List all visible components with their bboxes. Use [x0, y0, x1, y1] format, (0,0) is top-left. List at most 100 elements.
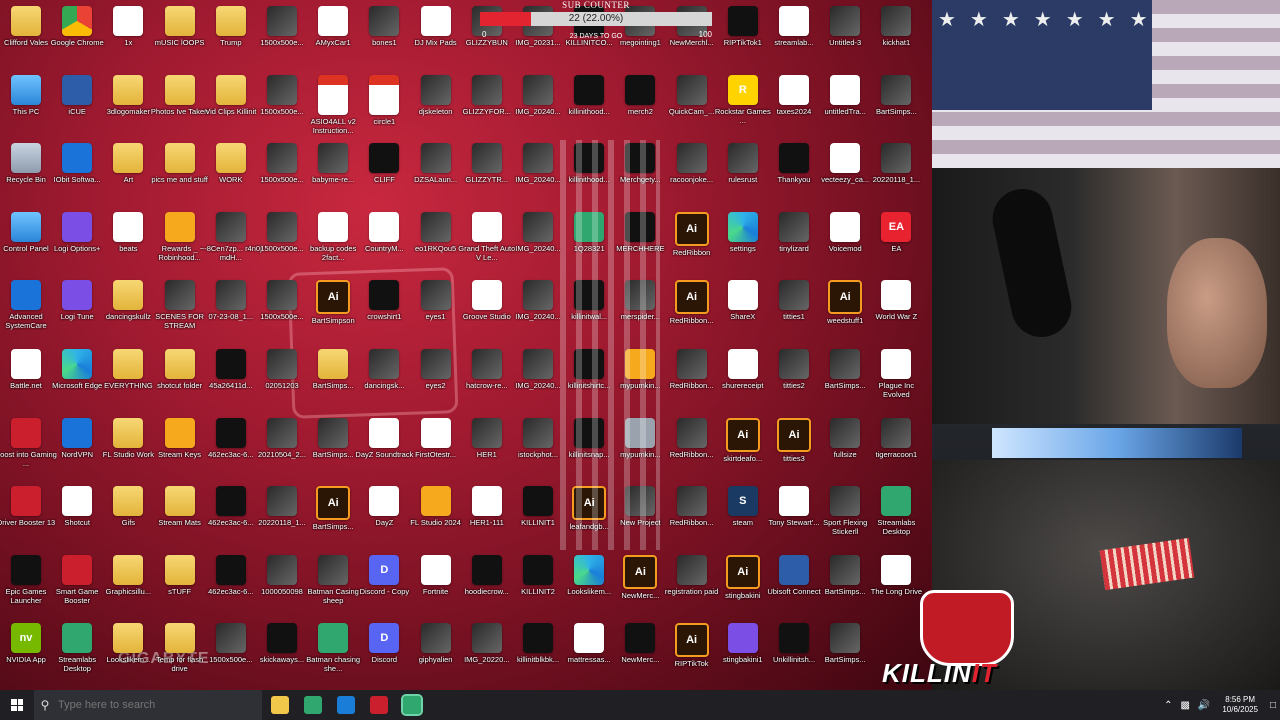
- file-icon: [830, 143, 861, 174]
- image-icon: [215, 623, 246, 654]
- illustrator-icon: Ai: [674, 280, 709, 315]
- desktop-icon[interactable]: BartSimps...: [814, 623, 876, 664]
- image-icon: [369, 349, 400, 379]
- desktop-icon[interactable]: IMG_20240...: [507, 280, 569, 321]
- image-icon: [727, 6, 758, 36]
- image-icon: [215, 349, 246, 379]
- image-icon: [881, 143, 912, 174]
- desktop-icon[interactable]: killinitwal...: [558, 280, 620, 321]
- clock-date: 10/6/2025: [1222, 705, 1258, 714]
- desktop-icon[interactable]: Streamlabs Desktop: [865, 486, 927, 536]
- image-icon: [881, 74, 912, 105]
- epic-games-icon: [11, 554, 41, 585]
- file-icon: [369, 486, 400, 517]
- folder-icon: [215, 74, 246, 105]
- image-icon: [523, 349, 553, 379]
- desktop-icon[interactable]: IMG_20240...: [507, 143, 569, 184]
- desktop-icon[interactable]: Plague Inc Evolved: [865, 349, 927, 399]
- file-icon: [830, 74, 861, 105]
- file-icon: [420, 417, 451, 448]
- image-icon: [830, 417, 861, 448]
- volume-icon[interactable]: 🔊: [1198, 700, 1210, 711]
- microphone: [987, 183, 1077, 343]
- file-icon: [471, 211, 502, 242]
- desktop-icon[interactable]: IMG_20240...: [507, 349, 569, 390]
- key-icon: [164, 417, 195, 448]
- illustrator-icon: Ai: [623, 554, 658, 589]
- chevron-up-icon[interactable]: ⌃: [1164, 700, 1172, 711]
- image-icon: [215, 417, 246, 448]
- file-icon: [727, 349, 758, 379]
- image-icon: [471, 143, 502, 174]
- desktop-icon[interactable]: tigerracoon1: [865, 417, 927, 459]
- desktop-icon-label: BartSimps...: [875, 106, 917, 116]
- image-icon: [625, 349, 656, 379]
- clock[interactable]: 8:56 PM 10/6/2025: [1222, 695, 1258, 715]
- image-icon: [625, 486, 656, 517]
- desktop-icon-label: killinitshirtc...: [567, 381, 611, 390]
- image-icon: [267, 486, 297, 517]
- app-red-icon[interactable]: [370, 696, 388, 714]
- ea-icon: EA: [881, 211, 912, 242]
- desktop-icon[interactable]: istockphot...: [507, 417, 569, 459]
- killinit-logo: KILLINIT: [882, 586, 1052, 690]
- folder-icon: [11, 6, 41, 36]
- desktop-icon[interactable]: Ai leafandgb...: [558, 486, 620, 531]
- desktop-icon[interactable]: kickhat1: [865, 6, 927, 47]
- notifications-icon[interactable]: □: [1270, 700, 1276, 711]
- taskbar-search[interactable]: ⚲: [34, 690, 262, 720]
- image-icon: [574, 74, 605, 105]
- image-icon: [523, 74, 553, 105]
- desktop: GIGABYTE Clifford Vales Google Chrome 1x mU…: [0, 0, 932, 690]
- start-button[interactable]: [0, 690, 34, 720]
- image-icon: [471, 349, 502, 379]
- file-icon: [369, 417, 400, 448]
- desktop-icon[interactable]: World War Z: [865, 280, 927, 321]
- desktop-icon[interactable]: killinithood...: [558, 143, 620, 184]
- desktop-icon[interactable]: 1Q28321: [558, 211, 620, 253]
- desktop-icon-label: killinitwal...: [571, 312, 608, 322]
- folder-icon: [164, 349, 195, 379]
- desktop-icon[interactable]: BartSimps...: [865, 74, 927, 116]
- desktop-icon-label: IMG_20240...: [515, 312, 561, 322]
- desktop-icon[interactable]: 20220118_1...: [865, 143, 927, 184]
- illustrator-icon: Ai: [674, 211, 709, 246]
- xbox-icon[interactable]: [304, 696, 322, 714]
- game-booster-icon: [62, 554, 93, 585]
- edge-icon: [727, 211, 758, 242]
- image-icon: [779, 211, 809, 242]
- streamlabs-icon[interactable]: [401, 694, 423, 716]
- monitor-screen: [992, 428, 1242, 458]
- desktop-icon-label: leafandgb...: [569, 522, 609, 532]
- image-icon: [830, 554, 861, 585]
- logi-tune-icon: [62, 280, 93, 311]
- image-icon: [779, 623, 809, 654]
- image-icon: [471, 623, 502, 654]
- image-icon: [420, 280, 451, 311]
- star-icon: [164, 211, 195, 242]
- image-icon: [369, 6, 400, 36]
- image-icon: [881, 417, 912, 448]
- edge-icon[interactable]: [337, 696, 355, 714]
- search-input[interactable]: [56, 698, 262, 712]
- image-icon: [523, 143, 553, 174]
- image-icon: [420, 74, 451, 105]
- desktop-icon[interactable]: killinitshirtc...: [558, 349, 620, 390]
- image-icon: [625, 280, 656, 311]
- desktop-icon-label: KILLINIT1: [521, 518, 555, 528]
- desktop-icon[interactable]: EA EA: [865, 211, 927, 253]
- folder-icon: [164, 623, 195, 654]
- desktop-icon[interactable]: killinitsnap...: [558, 417, 620, 459]
- network-icon[interactable]: ▩: [1180, 700, 1189, 711]
- folder-icon: [164, 74, 195, 105]
- search-icon: ⚲: [40, 698, 50, 712]
- file-icon: [420, 6, 451, 36]
- image-icon: [676, 349, 707, 379]
- recycle-bin-icon: [11, 143, 41, 174]
- desktop-icon[interactable]: KILLINIT1: [507, 486, 569, 527]
- file-explorer-icon[interactable]: [271, 696, 289, 714]
- nordvpn-icon: [62, 417, 93, 448]
- image-icon: [574, 280, 605, 311]
- desktop-icon[interactable]: IMG_20240...: [507, 211, 569, 253]
- image-icon: [267, 554, 297, 585]
